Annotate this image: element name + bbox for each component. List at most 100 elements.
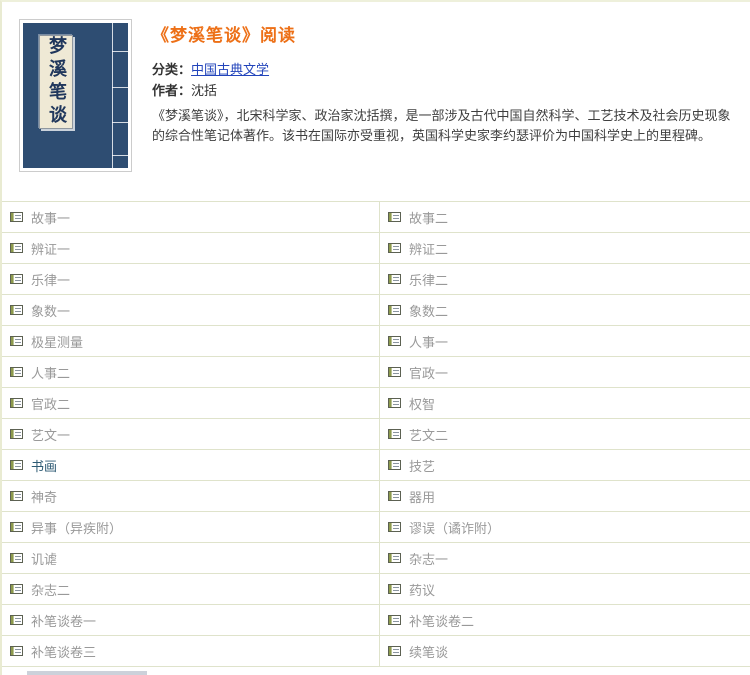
chapter-link[interactable]: 补笔谈卷三 <box>2 636 380 667</box>
chapter-link[interactable]: 极星测量 <box>2 326 380 357</box>
book-description: 《梦溪笔谈》，北宋科学家、政治家沈括撰，是一部涉及古代中国自然科学、工艺技术及社… <box>152 109 731 144</box>
chapter-label: 乐律二 <box>409 273 449 289</box>
chapter-label: 谬误（谲诈附） <box>409 521 501 537</box>
chapter-label: 杂志二 <box>31 583 71 599</box>
chapter-link[interactable]: 象数一 <box>2 295 380 326</box>
chapter-label: 杂志一 <box>409 552 449 568</box>
binding-stitch <box>112 50 128 52</box>
chapter-link[interactable]: 杂志一 <box>380 543 750 574</box>
book-reading-page: 梦溪笔谈 《梦溪笔谈》阅读 分类：中国古典文学 作者：沈括 《梦溪笔谈》，北宋科… <box>0 0 750 675</box>
chapter-link[interactable]: 补笔谈卷二 <box>380 605 750 636</box>
chapter-label: 象数一 <box>31 304 71 320</box>
document-icon <box>388 584 401 594</box>
document-icon <box>388 398 401 408</box>
chapter-link[interactable]: 人事一 <box>380 326 750 357</box>
chapter-link[interactable]: 辨证一 <box>2 233 380 264</box>
chapter-link[interactable]: 故事一 <box>2 202 380 233</box>
category-link[interactable]: 中国古典文学 <box>191 63 269 78</box>
document-icon <box>388 615 401 625</box>
chapter-label: 故事二 <box>409 211 449 227</box>
chapter-link[interactable]: 书画 <box>2 450 380 481</box>
chapter-label: 官政一 <box>409 366 449 382</box>
chapter-link[interactable]: 象数二 <box>380 295 750 326</box>
document-icon <box>10 429 23 439</box>
chapter-label: 书画 <box>31 459 58 475</box>
document-icon <box>388 305 401 315</box>
chapter-label: 补笔谈卷二 <box>409 614 475 630</box>
document-icon <box>388 646 401 656</box>
chapter-label: 药议 <box>409 583 436 599</box>
chapter-link[interactable]: 官政二 <box>2 388 380 419</box>
chapter-link[interactable]: 故事二 <box>380 202 750 233</box>
chapter-label: 技艺 <box>409 459 436 475</box>
chapter-label: 补笔谈卷三 <box>31 645 97 661</box>
chapter-label: 象数二 <box>409 304 449 320</box>
chapter-link[interactable]: 权智 <box>380 388 750 419</box>
chapter-link[interactable]: 人事二 <box>2 357 380 388</box>
chapter-label: 权智 <box>409 397 436 413</box>
document-icon <box>388 460 401 470</box>
document-icon <box>10 615 23 625</box>
chapter-link[interactable]: 续笔谈 <box>380 636 750 667</box>
document-icon <box>10 522 23 532</box>
chapter-link[interactable]: 辨证二 <box>380 233 750 264</box>
chapter-label: 艺文二 <box>409 428 449 444</box>
document-icon <box>10 274 23 284</box>
chapter-label: 讥谑 <box>31 552 58 568</box>
document-icon <box>10 305 23 315</box>
chapter-label: 辨证一 <box>31 242 71 258</box>
cover-title-label: 梦溪笔谈 <box>39 35 73 129</box>
page-title: 《梦溪笔谈》阅读 <box>152 26 296 46</box>
binding-stitch <box>112 154 128 156</box>
chapter-link[interactable]: 器用 <box>380 481 750 512</box>
category-line: 分类：中国古典文学 <box>152 60 736 81</box>
chapter-link[interactable]: 药议 <box>380 574 750 605</box>
document-icon <box>388 522 401 532</box>
document-icon <box>10 584 23 594</box>
chapter-label: 艺文一 <box>31 428 71 444</box>
document-icon <box>388 367 401 377</box>
chapter-label: 补笔谈卷一 <box>31 614 97 630</box>
chapter-link[interactable]: 谬误（谲诈附） <box>380 512 750 543</box>
chapter-link[interactable]: 技艺 <box>380 450 750 481</box>
book-cover-art: 梦溪笔谈 <box>23 23 128 168</box>
chapter-label: 续笔谈 <box>409 645 449 661</box>
chapter-link[interactable]: 乐律二 <box>380 264 750 295</box>
document-icon <box>10 553 23 563</box>
document-icon <box>10 460 23 470</box>
chapter-label: 异事（异疾附） <box>31 521 123 537</box>
binding-stitch <box>112 86 128 88</box>
document-icon <box>388 243 401 253</box>
document-icon <box>388 212 401 222</box>
binding-stitch <box>112 121 128 123</box>
document-icon <box>10 646 23 656</box>
chapter-label: 故事一 <box>31 211 71 227</box>
document-icon <box>388 274 401 284</box>
document-icon <box>388 336 401 346</box>
chapter-label: 神奇 <box>31 490 58 506</box>
document-icon <box>388 553 401 563</box>
author-label: 作者： <box>152 84 192 99</box>
chapter-link[interactable]: 杂志二 <box>2 574 380 605</box>
chapter-link[interactable]: 艺文一 <box>2 419 380 450</box>
document-icon <box>388 429 401 439</box>
chapter-link[interactable]: 异事（异疾附） <box>2 512 380 543</box>
chapter-link[interactable]: 补笔谈卷一 <box>2 605 380 636</box>
chapter-grid: 故事一 故事二 辨证一 辨证二 乐律一 乐律二 象数一 象数二 极星测量 人事一… <box>2 201 750 667</box>
chapter-link[interactable]: 讥谑 <box>2 543 380 574</box>
chapter-link[interactable]: 神奇 <box>2 481 380 512</box>
chapter-link[interactable]: 官政一 <box>380 357 750 388</box>
author-line: 作者：沈括 <box>152 81 736 102</box>
chapter-label: 乐律一 <box>31 273 71 289</box>
chapter-label: 官政二 <box>31 397 71 413</box>
document-icon <box>388 491 401 501</box>
document-icon <box>10 243 23 253</box>
document-icon <box>10 212 23 222</box>
document-icon <box>10 336 23 346</box>
chapter-link[interactable]: 乐律一 <box>2 264 380 295</box>
chapter-link[interactable]: 艺文二 <box>380 419 750 450</box>
book-info: 《梦溪笔谈》阅读 分类：中国古典文学 作者：沈括 《梦溪笔谈》，北宋科学家、政治… <box>152 19 736 172</box>
chapter-label: 辨证二 <box>409 242 449 258</box>
chapter-label: 器用 <box>409 490 436 506</box>
document-icon <box>10 398 23 408</box>
